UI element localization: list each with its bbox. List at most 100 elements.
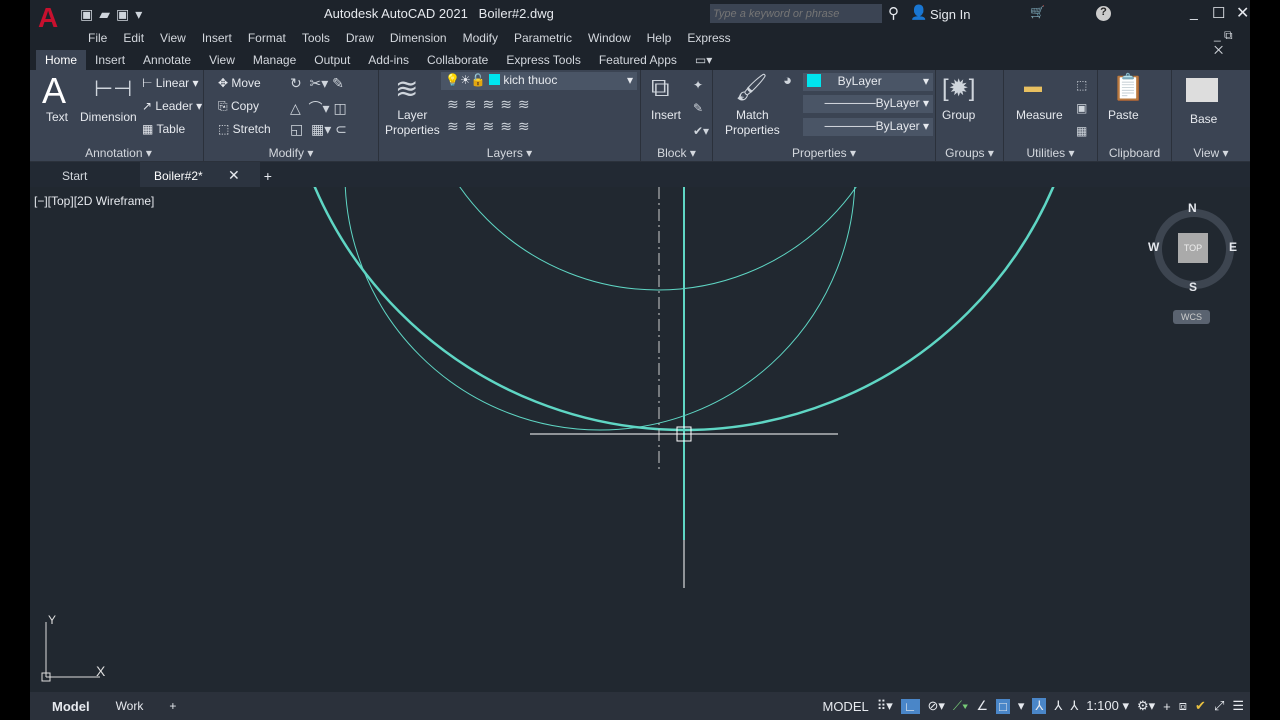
help-icon[interactable]: ?	[1096, 6, 1111, 21]
group-icon[interactable]: [✹]	[942, 74, 975, 103]
tab-add-ins[interactable]: Add-ins	[359, 50, 418, 70]
boiler-tab[interactable]: Boiler#2*	[140, 161, 260, 190]
linetype-dropdown[interactable]: ──────ByLayer ▾	[803, 95, 933, 113]
measure-button[interactable]: Measure	[1016, 108, 1063, 122]
modify-panel-label[interactable]: Modify ▾	[204, 146, 378, 160]
search-input[interactable]	[710, 4, 882, 23]
isolate-objects-icon[interactable]: ⧈	[1179, 698, 1187, 714]
viewport-controls[interactable]: [−][Top][2D Wireframe]	[34, 194, 154, 208]
model-layout-tab[interactable]: Model	[46, 699, 96, 714]
close-tab-icon[interactable]: ✕	[228, 167, 240, 184]
save-icon[interactable]: ▣	[116, 6, 135, 22]
compass-w[interactable]: W	[1148, 240, 1159, 254]
insert-button[interactable]: Insert	[651, 108, 681, 122]
layer-tools-icons[interactable]: ≋≋≋≋≋	[447, 96, 536, 113]
close-button[interactable]: ✕	[1236, 3, 1249, 23]
work-layout-tab[interactable]: Work	[110, 699, 150, 713]
base-view-icon[interactable]	[1186, 78, 1218, 102]
save-as-icon[interactable]: ▣	[80, 6, 99, 22]
customization-menu-icon[interactable]: ☰	[1232, 698, 1244, 714]
annotation-panel-label[interactable]: Annotation ▾	[34, 146, 203, 160]
osnap-icon[interactable]: □	[996, 698, 1010, 714]
layer-properties-icon[interactable]: ≋	[395, 72, 418, 105]
qat-dropdown-icon[interactable]: ▾	[135, 6, 148, 22]
tab-home[interactable]: Home	[36, 50, 87, 70]
open-icon[interactable]: ▰	[99, 6, 116, 22]
match-properties-icon[interactable]: 🖌	[735, 72, 768, 103]
color-dropdown[interactable]: ByLayer ▾	[803, 73, 933, 91]
lineweight-dropdown[interactable]: ──────ByLayer ▾	[803, 118, 933, 136]
workspace-gear-icon[interactable]: ⚙▾	[1137, 698, 1155, 714]
text-icon[interactable]: A	[42, 70, 66, 112]
match-properties-button[interactable]: Match Properties	[725, 108, 780, 138]
annotation-monitor-icon[interactable]: +	[1163, 699, 1171, 714]
minimize-button[interactable]: _	[1190, 4, 1198, 20]
menu-modify[interactable]: Modify	[455, 31, 506, 45]
tab-output[interactable]: Output	[305, 50, 359, 70]
isodraft-icon[interactable]: ∠	[976, 698, 988, 714]
annotation-scale[interactable]: 1:100 ▾	[1086, 698, 1129, 714]
tab-collaborate[interactable]: Collaborate	[418, 50, 497, 70]
scale-icon[interactable]: ◱ ▦▾ ⊂	[290, 121, 347, 138]
maximize-button[interactable]: ☐	[1212, 4, 1225, 22]
copy-button[interactable]: ⎘ Copy	[218, 99, 259, 114]
layer-tools-icons-2[interactable]: ≋≋≋≋≋	[447, 118, 536, 135]
table-button[interactable]: ▦ Table	[142, 122, 185, 136]
viewcube-top[interactable]: TOP	[1178, 233, 1208, 263]
menu-draw[interactable]: Draw	[338, 31, 382, 45]
stretch-button[interactable]: ⬚ Stretch	[218, 122, 271, 136]
mirror-icon[interactable]: △ ⌒▾ ◫	[290, 98, 347, 118]
groups-panel-label[interactable]: Groups ▾	[936, 146, 1003, 160]
tab-express-tools[interactable]: Express Tools	[497, 50, 589, 70]
search-icon[interactable]: ⚲	[888, 4, 899, 22]
layers-panel-label[interactable]: Layers ▾	[379, 146, 640, 160]
utilities-panel-label[interactable]: Utilities ▾	[1004, 146, 1097, 160]
calculator-icon[interactable]: ⬚ ▣ ▦	[1076, 74, 1087, 143]
model-space-button[interactable]: MODEL	[822, 699, 868, 714]
insert-block-icon[interactable]: ⧉	[651, 72, 670, 104]
menu-window[interactable]: Window	[580, 31, 639, 45]
clean-screen-icon[interactable]: ⤢	[1214, 698, 1224, 714]
move-button[interactable]: ✥ Move	[218, 76, 261, 90]
compass-n[interactable]: N	[1188, 201, 1197, 215]
compass-s[interactable]: S	[1189, 280, 1197, 294]
menu-insert[interactable]: Insert	[194, 31, 240, 45]
color-wheel-icon[interactable]: ◕	[783, 72, 792, 89]
new-tab-icon[interactable]: +	[264, 168, 272, 184]
ortho-icon[interactable]: ∟	[900, 698, 920, 714]
add-layout-icon[interactable]: +	[163, 699, 182, 713]
base-button[interactable]: Base	[1190, 112, 1217, 126]
menu-format[interactable]: Format	[240, 31, 294, 45]
autoscale-icon[interactable]: ⅄	[1054, 698, 1062, 714]
block-panel-label[interactable]: Block ▾	[641, 146, 712, 160]
dimension-button[interactable]: Dimension	[80, 110, 137, 124]
paste-button[interactable]: Paste	[1108, 108, 1139, 122]
polar-icon[interactable]: ⊘▾	[928, 698, 945, 714]
text-button[interactable]: Text	[46, 110, 68, 124]
compass-e[interactable]: E	[1229, 240, 1237, 254]
menu-express[interactable]: Express	[679, 31, 738, 45]
wcs-menu[interactable]: WCS	[1173, 310, 1210, 324]
menu-dimension[interactable]: Dimension	[382, 31, 455, 45]
ribbon-minimize-icon[interactable]: ▭▾	[686, 50, 721, 70]
hardware-acceleration-icon[interactable]: ✔	[1195, 698, 1206, 714]
tab-featured-apps[interactable]: Featured Apps	[590, 50, 686, 70]
properties-panel-label[interactable]: Properties ▾	[713, 146, 935, 160]
tab-insert[interactable]: Insert	[86, 50, 134, 70]
paste-icon[interactable]: 📋	[1112, 72, 1144, 103]
linear-button[interactable]: ⊢ Linear ▾	[142, 76, 199, 90]
menu-view[interactable]: View	[152, 31, 194, 45]
block-tools-icons[interactable]: ✦ ✎ ✔▾	[693, 74, 709, 143]
osnap-tracking-icon[interactable]: ⟋▾	[953, 698, 968, 714]
layer-properties-button[interactable]: Layer Properties	[385, 108, 440, 138]
menu-file[interactable]: File	[80, 31, 115, 45]
dimension-icon[interactable]: ⊢⊣	[94, 76, 132, 102]
tab-annotate[interactable]: Annotate	[134, 50, 200, 70]
annotation-scale-icon[interactable]: ⅄	[1070, 698, 1078, 714]
drawing-canvas[interactable]: [−][Top][2D Wireframe] Y X TOP N S W E W…	[30, 187, 1250, 692]
start-tab[interactable]: Start	[30, 162, 140, 190]
user-icon[interactable]: 👤	[910, 4, 927, 21]
measure-icon[interactable]: ▬	[1024, 76, 1042, 97]
annotation-visibility-icon[interactable]: ⅄	[1032, 698, 1047, 714]
layer-dropdown[interactable]: 💡☀🔓 kich thuoc ▾	[441, 72, 637, 90]
